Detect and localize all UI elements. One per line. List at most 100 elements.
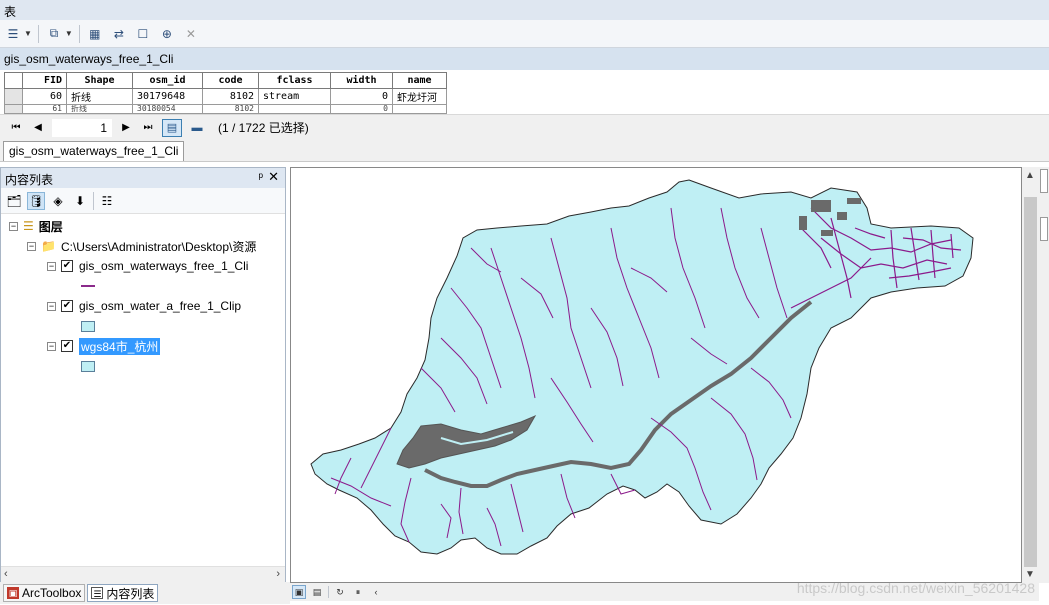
tab-table-of-contents[interactable]: ☰ 内容列表 xyxy=(87,584,159,602)
tab-label: 内容列表 xyxy=(106,586,155,601)
layout-view-icon[interactable]: ▤ xyxy=(310,585,324,599)
cell-name[interactable] xyxy=(392,104,447,114)
layer-hangzhou-boundary[interactable]: − ✔ wgs84市_杭州 xyxy=(47,337,161,355)
toolbar-divider xyxy=(78,24,80,43)
column-header-width[interactable]: width xyxy=(330,72,393,89)
list-by-drawing-order-icon[interactable]: 🗂 xyxy=(5,192,23,210)
dock-button[interactable] xyxy=(1040,217,1048,241)
cell-fclass[interactable]: stream xyxy=(258,88,331,105)
table-options-icon[interactable]: ☰ xyxy=(4,25,22,43)
collapse-icon[interactable]: − xyxy=(47,341,56,351)
layer-visibility-checkbox[interactable]: ✔ xyxy=(61,260,73,272)
layer-label[interactable]: wgs84市_杭州 xyxy=(79,337,161,355)
cell-osm-id[interactable]: 30180054 xyxy=(132,104,203,114)
polygon-symbol[interactable] xyxy=(81,361,95,372)
cell-fid[interactable]: 61 xyxy=(22,104,67,114)
refresh-icon[interactable]: ↻ xyxy=(333,585,347,599)
show-all-records-icon[interactable]: ▤ xyxy=(162,118,182,137)
attribute-table: FID Shape osm_id code fclass width name … xyxy=(4,72,447,114)
table-of-contents-panel: 内容列表 ᵖ ✕ 🗂 🛢 ◈ ⬇ ☷ − ☰ 图层 − 📁 C:\Users\A… xyxy=(0,167,286,583)
table-window-title: 表 xyxy=(0,0,1049,20)
tree-root[interactable]: − ☰ 图层 xyxy=(9,217,63,235)
show-selected-records-icon[interactable]: ▬ xyxy=(188,119,206,137)
select-by-attributes-icon[interactable]: ▦ xyxy=(86,25,104,43)
cell-osm-id[interactable]: 30179648 xyxy=(132,88,203,105)
toolbar-divider xyxy=(37,24,39,43)
horizontal-scrollbar[interactable]: ‹ › xyxy=(1,566,285,582)
last-record-icon[interactable]: ⏭ xyxy=(140,120,156,136)
row-selector[interactable] xyxy=(4,88,23,105)
list-by-selection-icon[interactable]: ⬇ xyxy=(71,192,89,210)
delete-selected-icon[interactable]: ✕ xyxy=(182,25,200,43)
hangzhou-boundary-polygon[interactable] xyxy=(310,179,974,555)
map-canvas[interactable] xyxy=(291,168,1021,582)
tree-folder[interactable]: − 📁 C:\Users\Administrator\Desktop\资源 xyxy=(27,237,256,255)
scroll-up-icon[interactable]: ▲ xyxy=(1025,170,1035,181)
cell-name[interactable]: 虾龙圩河 xyxy=(392,88,447,105)
pin-icon[interactable]: ᵖ xyxy=(258,170,263,184)
layer-visibility-checkbox[interactable]: ✔ xyxy=(61,340,73,352)
table-row[interactable]: 60 折线 30179648 8102 stream 0 虾龙圩河 xyxy=(4,88,447,105)
layer-water-areas[interactable]: − ✔ gis_osm_water_a_free_1_Clip xyxy=(47,297,241,315)
clear-selection-icon[interactable]: ☐ xyxy=(134,25,152,43)
cell-shape[interactable]: 折线 xyxy=(66,88,133,105)
scroll-thumb[interactable] xyxy=(1024,197,1037,567)
list-by-visibility-icon[interactable]: ◈ xyxy=(49,192,67,210)
list-by-source-icon[interactable]: 🛢 xyxy=(27,191,45,210)
cell-shape[interactable]: 折线 xyxy=(66,104,133,114)
table-row[interactable]: 61 折线 30180054 8102 0 xyxy=(4,104,447,114)
chevron-down-icon[interactable]: ▼ xyxy=(24,29,32,38)
tab-waterways-table[interactable]: gis_osm_waterways_free_1_Cli xyxy=(3,141,185,161)
scroll-right-icon[interactable]: › xyxy=(276,568,280,580)
toolbar-divider xyxy=(93,191,94,210)
row-selector-header[interactable] xyxy=(4,72,23,89)
line-symbol[interactable] xyxy=(81,285,95,287)
collapse-icon[interactable]: − xyxy=(47,301,56,311)
first-record-icon[interactable]: ⏮ xyxy=(8,120,24,136)
scroll-down-icon[interactable]: ▼ xyxy=(1025,569,1035,580)
cell-code[interactable]: 8102 xyxy=(202,88,259,105)
cell-fclass[interactable] xyxy=(258,104,331,114)
layer-waterways[interactable]: − ✔ gis_osm_waterways_free_1_Cli xyxy=(47,257,248,275)
cell-code[interactable]: 8102 xyxy=(202,104,259,114)
vertical-scrollbar[interactable]: ▲ ▼ xyxy=(1022,167,1039,583)
tab-arctoolbox[interactable]: ▣ ArcToolbox xyxy=(3,584,86,602)
dock-button[interactable] xyxy=(1040,169,1048,193)
zoom-to-selected-icon[interactable]: ⊕ xyxy=(158,25,176,43)
cell-width[interactable]: 0 xyxy=(330,88,393,105)
column-header-name[interactable]: name xyxy=(392,72,447,89)
table-header-row: FID Shape osm_id code fclass width name xyxy=(4,72,447,89)
column-header-code[interactable]: code xyxy=(202,72,259,89)
collapse-icon[interactable]: − xyxy=(47,261,56,271)
row-selector[interactable] xyxy=(4,104,23,114)
collapse-icon[interactable]: − xyxy=(9,221,18,231)
cell-fid[interactable]: 60 xyxy=(22,88,67,105)
previous-record-icon[interactable]: ◀ xyxy=(30,120,46,136)
layer-label[interactable]: gis_osm_waterways_free_1_Cli xyxy=(79,259,248,273)
pause-drawing-icon[interactable]: ⏸ xyxy=(351,585,365,599)
polygon-symbol[interactable] xyxy=(81,321,95,332)
selection-count: (1 / 1722 已选择) xyxy=(218,121,309,135)
cell-width[interactable]: 0 xyxy=(330,104,393,114)
data-view-icon[interactable]: ▣ xyxy=(292,585,306,599)
toc-toolbar: 🗂 🛢 ◈ ⬇ ☷ xyxy=(1,188,285,214)
options-icon[interactable]: ☷ xyxy=(98,192,116,210)
switch-selection-icon[interactable]: ⇄ xyxy=(110,25,128,43)
layer-visibility-checkbox[interactable]: ✔ xyxy=(61,300,73,312)
column-header-osm-id[interactable]: osm_id xyxy=(132,72,203,89)
column-header-fid[interactable]: FID xyxy=(22,72,67,89)
map-view[interactable] xyxy=(290,167,1022,583)
layer-label[interactable]: gis_osm_water_a_free_1_Clip xyxy=(79,299,241,313)
column-header-fclass[interactable]: fclass xyxy=(258,72,331,89)
toc-title-bar: 内容列表 ᵖ ✕ xyxy=(1,168,285,188)
column-header-shape[interactable]: Shape xyxy=(66,72,133,89)
current-record-input[interactable] xyxy=(52,118,112,137)
close-icon[interactable]: ✕ xyxy=(268,169,279,185)
scroll-left-icon[interactable]: ‹ xyxy=(369,585,383,599)
chevron-down-icon[interactable]: ▼ xyxy=(65,29,73,38)
scroll-left-icon[interactable]: ‹ xyxy=(4,568,8,580)
collapse-icon[interactable]: − xyxy=(27,241,36,251)
next-record-icon[interactable]: ▶ xyxy=(118,120,134,136)
table-name-bar: gis_osm_waterways_free_1_Cli xyxy=(0,48,1049,70)
related-tables-icon[interactable]: ⧉ xyxy=(45,25,63,43)
